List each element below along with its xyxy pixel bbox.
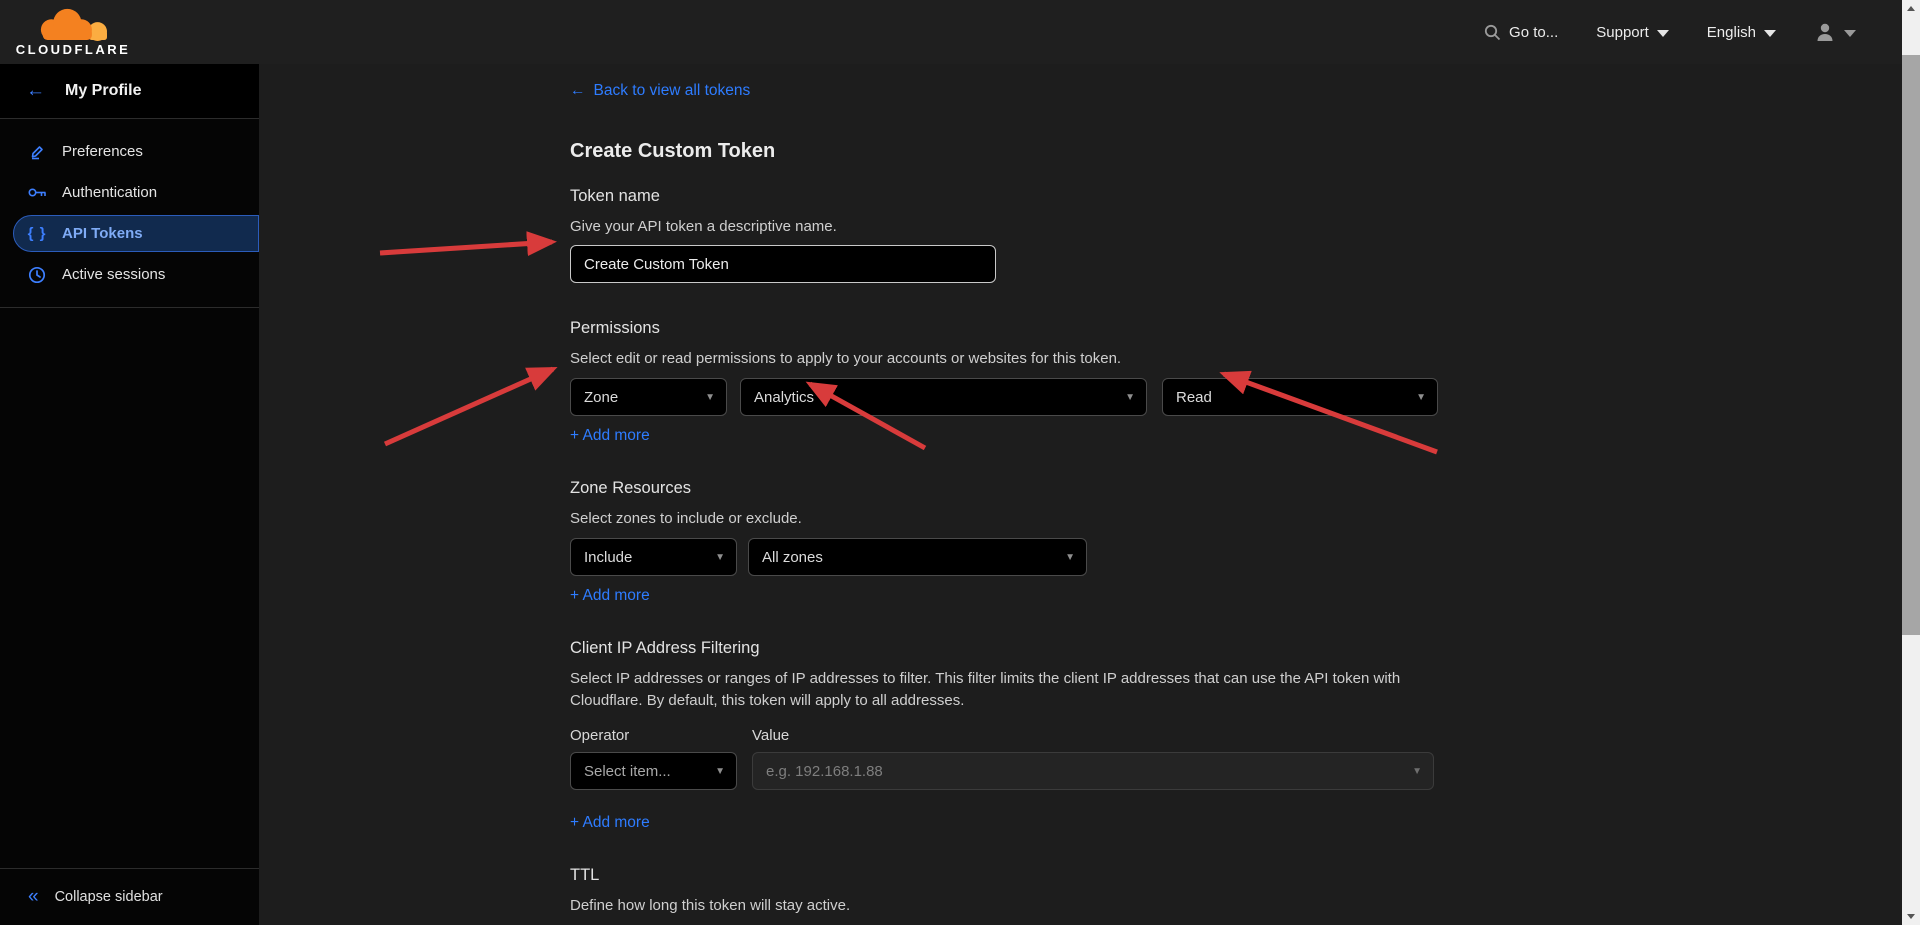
ip-filtering-label: Client IP Address Filtering [570,639,1490,658]
sidebar-item-label: Authentication [62,184,157,201]
permissions-description: Select edit or read permissions to apply… [570,348,1490,370]
sidebar-item-active-sessions[interactable]: Active sessions [0,254,259,295]
ttl-label: TTL [570,866,1490,885]
zone-selection-select[interactable]: All zones ▼ [748,538,1087,576]
ip-value-placeholder: e.g. 192.168.1.88 [766,763,883,780]
sidebar-item-authentication[interactable]: Authentication [0,172,259,213]
chevron-down-icon [1764,30,1776,37]
zone-resources-label: Zone Resources [570,479,1490,498]
clock-icon [27,266,47,284]
back-arrow-icon[interactable]: ← [26,80,45,102]
cloudflare-cloud-icon [29,7,117,41]
goto-search[interactable]: Go to... [1484,24,1558,41]
zone-include-select[interactable]: Include ▼ [570,538,737,576]
sidebar-item-preferences[interactable]: Preferences [0,131,259,172]
permission-scope-value: Zone [584,389,618,406]
page-title: Create Custom Token [570,140,1490,163]
language-menu[interactable]: English [1707,24,1776,41]
chevron-down-icon [1657,30,1669,37]
topbar: CLOUDFLARE Go to... Support English [0,0,1902,64]
support-menu[interactable]: Support [1596,24,1669,41]
goto-label: Go to... [1509,24,1558,41]
divider [0,307,259,308]
main-content: ← Back to view all tokens Create Custom … [259,64,1902,925]
chevron-down-icon: ▼ [1065,552,1075,563]
pencil-icon [27,143,47,160]
sidebar-item-label: API Tokens [62,225,143,242]
ip-filtering-add-more-link[interactable]: + Add more [570,814,650,832]
zone-resources-add-more-link[interactable]: + Add more [570,587,650,605]
sidebar-item-api-tokens[interactable]: { } API Tokens [0,213,259,254]
collapse-chevrons-icon: « [28,886,39,908]
language-label: English [1707,24,1756,41]
permission-access-select[interactable]: Read ▼ [1162,378,1438,416]
sidebar-title: My Profile [65,82,141,100]
ttl-description: Define how long this token will stay act… [570,895,1490,917]
user-icon [1814,21,1836,43]
zone-include-value: Include [584,549,632,566]
zone-resources-description: Select zones to include or exclude. [570,508,1490,530]
cloudflare-logo-text: CLOUDFLARE [16,42,131,57]
token-name-input[interactable] [570,245,996,283]
page-scrollbar[interactable] [1902,0,1920,925]
permission-service-select[interactable]: Analytics ▼ [740,378,1147,416]
ip-filtering-description: Select IP addresses or ranges of IP addr… [570,668,1430,712]
permissions-label: Permissions [570,319,1490,338]
ip-operator-select[interactable]: Select item... ▼ [570,752,737,790]
scrollbar-thumb[interactable] [1902,55,1920,635]
cloudflare-logo[interactable]: CLOUDFLARE [18,7,128,57]
permissions-add-more-link[interactable]: + Add more [570,427,650,445]
sidebar-header: ← My Profile [0,64,259,118]
chevron-down-icon: ▼ [715,766,725,777]
chevron-down-icon: ▼ [1412,766,1422,777]
ip-operator-placeholder: Select item... [584,763,671,780]
back-link-label: Back to view all tokens [594,82,751,100]
collapse-sidebar-button[interactable]: « Collapse sidebar [0,868,259,925]
support-label: Support [1596,24,1649,41]
chevron-down-icon [1844,30,1856,37]
sidebar: ← My Profile Preferences [0,64,259,925]
sidebar-nav: Preferences Authentication { } API Token… [0,119,259,307]
chevron-down-icon: ▼ [1416,392,1426,403]
permission-access-value: Read [1176,389,1212,406]
sidebar-item-label: Active sessions [62,266,165,283]
scroll-up-arrow[interactable] [1902,0,1920,17]
token-name-label: Token name [570,187,1490,206]
chevron-down-icon: ▼ [705,392,715,403]
user-menu[interactable] [1814,21,1856,43]
back-arrow-icon: ← [570,82,586,100]
value-label: Value [752,727,789,744]
zone-selection-value: All zones [762,549,823,566]
permission-scope-select[interactable]: Zone ▼ [570,378,727,416]
braces-icon: { } [27,225,47,242]
scroll-down-arrow[interactable] [1902,908,1920,925]
back-to-tokens-link[interactable]: ← Back to view all tokens [570,82,750,100]
key-icon [27,186,47,199]
operator-label: Operator [570,727,752,744]
ip-value-combobox[interactable]: e.g. 192.168.1.88 ▼ [752,752,1434,790]
chevron-down-icon: ▼ [1125,392,1135,403]
chevron-down-icon: ▼ [715,552,725,563]
permission-service-value: Analytics [754,389,814,406]
collapse-sidebar-label: Collapse sidebar [55,889,163,905]
token-name-description: Give your API token a descriptive name. [570,216,1490,238]
search-icon [1484,24,1501,41]
sidebar-item-label: Preferences [62,143,143,160]
